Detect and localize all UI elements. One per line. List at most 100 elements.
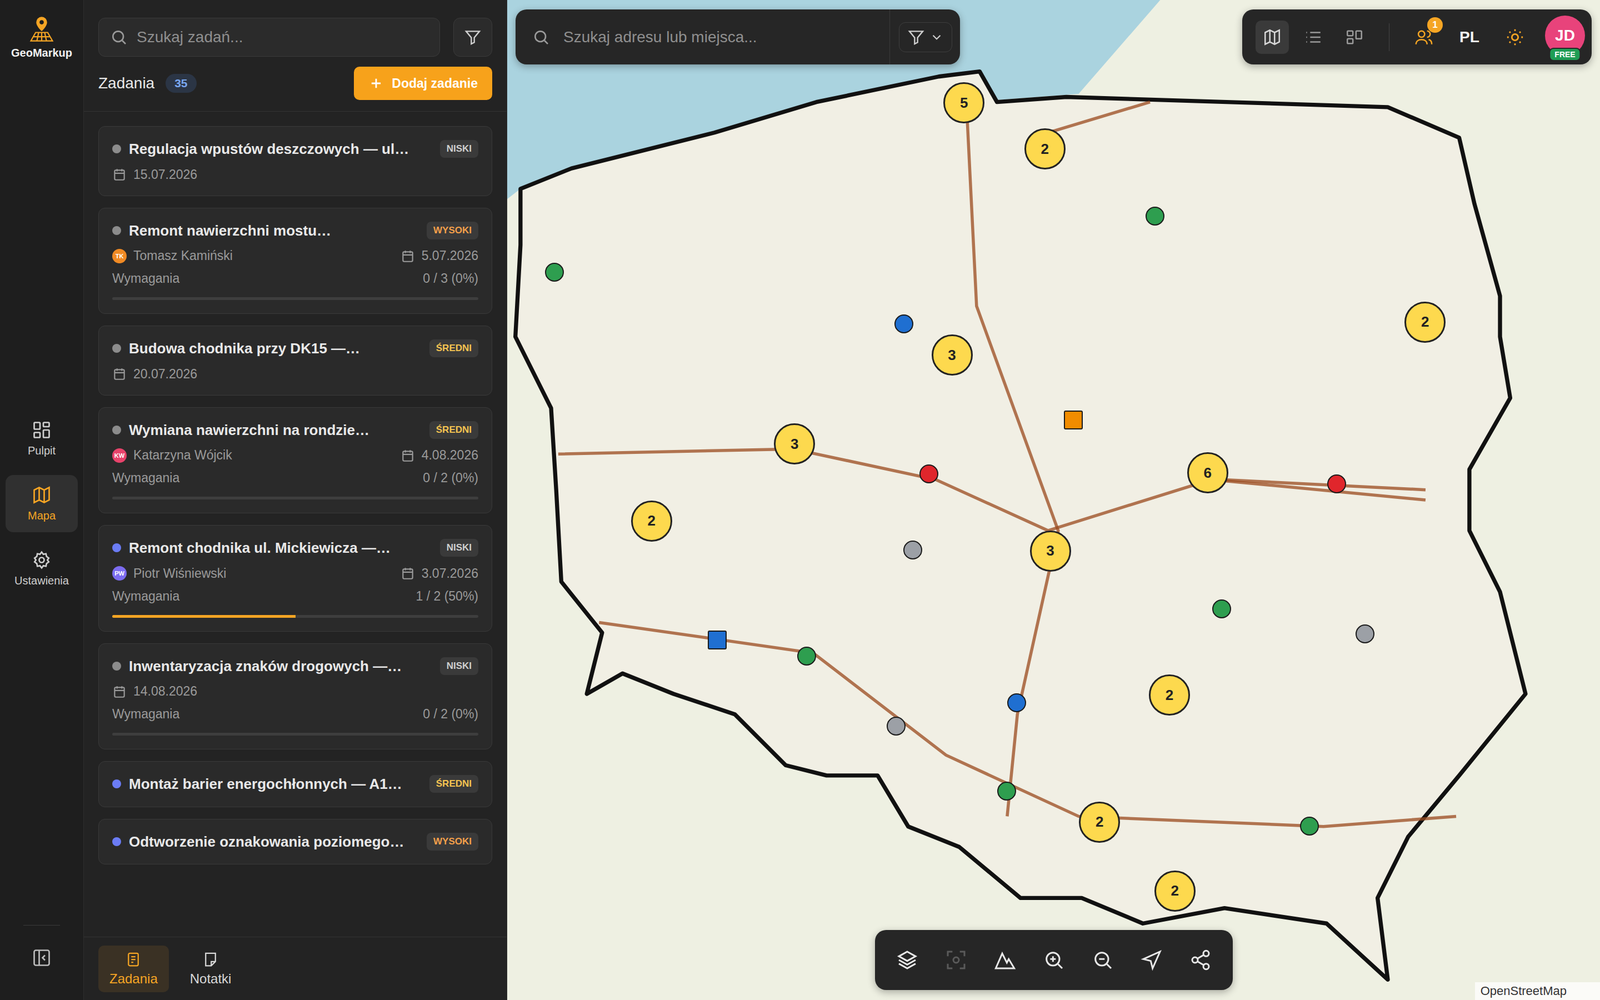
task-search[interactable]: Szukaj zadań... [98, 17, 440, 57]
task-marker[interactable] [1355, 624, 1375, 644]
bottom-tab-label: Zadania [109, 971, 158, 987]
road [1047, 102, 1150, 133]
task-meta: 14.08.2026 [112, 683, 479, 699]
map-tool-button[interactable] [1131, 940, 1172, 980]
panel-header: Zadania 35 Dodaj zadanie [83, 56, 507, 112]
task-card[interactable]: Budowa chodnika przy DK15 —… ŚREDNI 20.0… [98, 325, 493, 396]
map-tool-button[interactable] [936, 940, 977, 980]
logo[interactable]: GeoMarkup [11, 14, 73, 60]
map-tool-button[interactable] [1033, 940, 1074, 980]
progress-fill [112, 615, 296, 618]
count-badge: 35 [165, 73, 197, 93]
bottom-tab[interactable]: Notatki [178, 945, 243, 993]
logo-icon [27, 14, 57, 44]
marker-cluster[interactable]: 2 [1148, 674, 1190, 716]
address-search[interactable]: Szukaj adresu lub miejsca... [532, 9, 890, 65]
task-marker[interactable] [1327, 474, 1347, 494]
user-avatar[interactable]: JD FREE [1545, 15, 1585, 56]
marker-cluster[interactable]: 6 [1187, 452, 1229, 494]
area-marker[interactable] [1063, 410, 1083, 430]
priority-badge: WYSOKI [426, 221, 479, 240]
task-card[interactable]: Remont chodnika ul. Mickiewicza —… NISKI… [98, 525, 493, 632]
collapse-sidebar-icon[interactable] [31, 947, 52, 968]
map-tool-button[interactable] [1082, 940, 1123, 980]
task-card[interactable]: Inwentaryzacja znaków drogowych —… NISKI… [98, 643, 493, 750]
date-text: 3.07.2026 [421, 566, 479, 582]
calendar-icon [400, 566, 415, 581]
requirements-row: Wymagania 0 / 2 (0%) [112, 470, 479, 486]
theme-button[interactable] [1498, 20, 1532, 54]
calendar-icon [112, 167, 127, 182]
assignee-avatar: TK [112, 248, 127, 264]
country-border [515, 71, 1526, 980]
task-marker[interactable] [997, 781, 1017, 801]
marker-cluster[interactable]: 2 [1404, 301, 1446, 343]
map-tool-button[interactable] [985, 940, 1025, 980]
marker-cluster[interactable]: 2 [1078, 801, 1120, 843]
language-button[interactable]: PL [1448, 20, 1491, 54]
task-marker[interactable] [1212, 599, 1232, 619]
gear-icon [31, 550, 52, 570]
team-button[interactable]: 1 [1407, 20, 1441, 54]
map[interactable]: 52233623222 Szukaj adresu lub miejsca...… [507, 0, 1600, 1000]
marker-cluster[interactable]: 2 [1154, 870, 1196, 912]
nav-items: Pulpit Mapa Ustawienia [0, 59, 84, 925]
area-marker[interactable] [707, 630, 727, 650]
map-attribution[interactable]: OpenStreetMap [1475, 982, 1600, 1000]
task-date: 3.07.2026 [400, 566, 479, 582]
status-dot [112, 837, 122, 847]
terrain-icon [993, 948, 1017, 972]
bottom-tab[interactable]: Zadania [98, 945, 169, 993]
task-marker[interactable] [1145, 206, 1165, 226]
marker-cluster[interactable]: 5 [943, 82, 985, 124]
task-marker[interactable] [886, 716, 906, 736]
task-marker[interactable] [919, 464, 939, 484]
task-marker[interactable] [797, 646, 817, 666]
marker-cluster[interactable]: 3 [1030, 530, 1072, 572]
view-mode-button[interactable] [1255, 20, 1289, 54]
marker-cluster[interactable]: 3 [773, 423, 815, 465]
requirements-reading: 1 / 2 (50%) [416, 588, 479, 604]
priority-badge: NISKI [440, 140, 479, 158]
map-filter-dropdown[interactable] [898, 22, 953, 53]
view-mode-button[interactable] [1337, 20, 1372, 54]
marker-cluster[interactable]: 3 [931, 334, 973, 376]
map-tool-button[interactable] [887, 940, 928, 980]
task-card[interactable]: Regulacja wpustów deszczowych — ul… NISK… [98, 126, 493, 197]
nav-item[interactable]: Ustawienia [5, 540, 78, 598]
task-date: 20.07.2026 [112, 366, 198, 382]
panel-title: Zadania [98, 74, 155, 93]
marker-cluster[interactable]: 2 [631, 500, 673, 542]
assignee-avatar: PW [112, 566, 127, 581]
task-card[interactable]: Wymiana nawierzchni na rondzie… ŚREDNI K… [98, 407, 493, 514]
map-tool-button[interactable] [1180, 940, 1221, 980]
task-card[interactable]: Montaż barier energochłonnych — A1… ŚRED… [98, 761, 493, 808]
task-date: 14.08.2026 [112, 683, 198, 699]
task-marker[interactable] [545, 262, 564, 282]
task-card[interactable]: Remont nawierzchni mostu… WYSOKI TK Toma… [98, 207, 493, 315]
task-marker[interactable] [894, 314, 914, 334]
filter-button[interactable] [453, 17, 493, 57]
task-marker[interactable] [1300, 816, 1319, 836]
requirements-label: Wymagania [112, 470, 180, 486]
date-text: 15.07.2026 [133, 167, 198, 183]
assignee: KW Katarzyna Wójcik [112, 447, 233, 463]
task-card[interactable]: Odtworzenie oznakowania poziomego… WYSOK… [98, 818, 493, 865]
task-marker[interactable] [1007, 693, 1027, 713]
nav-item[interactable]: Mapa [5, 475, 78, 533]
assignee: PW Piotr Wiśniewski [112, 566, 227, 582]
calendar-icon [112, 366, 127, 382]
task-title-row: Remont chodnika ul. Mickiewicza —… NISKI [112, 538, 479, 558]
task-meta: 15.07.2026 [112, 167, 479, 183]
map-tools [875, 930, 1233, 990]
view-mode-button[interactable] [1296, 20, 1330, 54]
board-view-icon [1345, 27, 1364, 47]
task-marker[interactable] [903, 540, 923, 560]
requirements-progress [112, 496, 479, 500]
add-task-button[interactable]: Dodaj zadanie [353, 66, 493, 100]
filter-icon [463, 28, 482, 47]
priority-badge: WYSOKI [426, 832, 479, 851]
search-icon [532, 28, 550, 47]
marker-cluster[interactable]: 2 [1024, 128, 1066, 170]
nav-item[interactable]: Pulpit [5, 410, 78, 468]
